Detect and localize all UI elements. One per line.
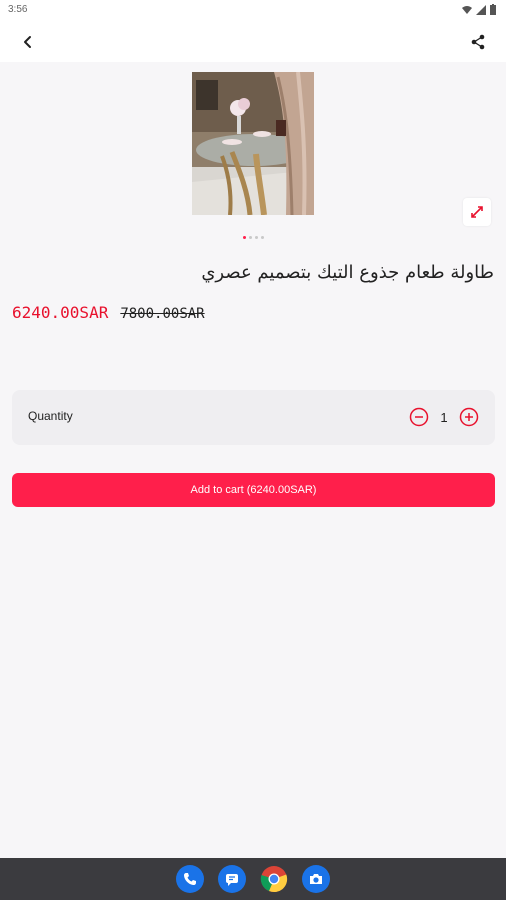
- status-time: 3:56: [8, 4, 28, 15]
- battery-icon: [490, 4, 496, 15]
- share-button[interactable]: [466, 30, 490, 54]
- pager-dot[interactable]: [254, 236, 258, 239]
- app-bar: [0, 20, 506, 62]
- phone-icon[interactable]: [176, 865, 204, 893]
- share-icon: [471, 34, 485, 50]
- system-dock: [0, 858, 506, 900]
- quantity-label: Quantity: [28, 409, 73, 423]
- wifi-icon: [462, 5, 472, 14]
- pager-dot[interactable]: [242, 236, 246, 239]
- camera-icon[interactable]: [302, 865, 330, 893]
- decrease-quantity-button[interactable]: [409, 407, 429, 427]
- chevron-left-icon: [24, 36, 31, 48]
- original-price: 7800.00SAR: [120, 306, 205, 322]
- plus-circle-icon: [459, 407, 479, 427]
- back-button[interactable]: [16, 30, 40, 54]
- expand-icon: [471, 206, 483, 218]
- minus-circle-icon: [409, 407, 429, 427]
- messages-icon[interactable]: [218, 865, 246, 893]
- increase-quantity-button[interactable]: [459, 407, 479, 427]
- image-pager-dots: [0, 236, 506, 239]
- add-to-cart-button[interactable]: Add to cart (6240.00SAR): [12, 473, 495, 507]
- product-image[interactable]: [192, 72, 314, 215]
- pager-dot[interactable]: [260, 236, 264, 239]
- quantity-value: 1: [440, 409, 448, 425]
- quantity-card: Quantity 1: [12, 390, 495, 445]
- status-bar: 3:56: [0, 0, 506, 20]
- signal-icon: [476, 4, 486, 15]
- product-title: طاولة طعام جذوع التيك بتصميم عصري: [201, 262, 494, 283]
- expand-image-button[interactable]: [463, 198, 491, 226]
- current-price: 6240.00SAR: [12, 303, 109, 322]
- pager-dot[interactable]: [248, 236, 252, 239]
- price-row: 6240.00SAR 7800.00SAR: [12, 303, 205, 322]
- quantity-stepper: 1: [409, 407, 479, 427]
- status-icons: [462, 4, 496, 15]
- chrome-icon[interactable]: [260, 865, 288, 893]
- product-photo: [192, 72, 314, 215]
